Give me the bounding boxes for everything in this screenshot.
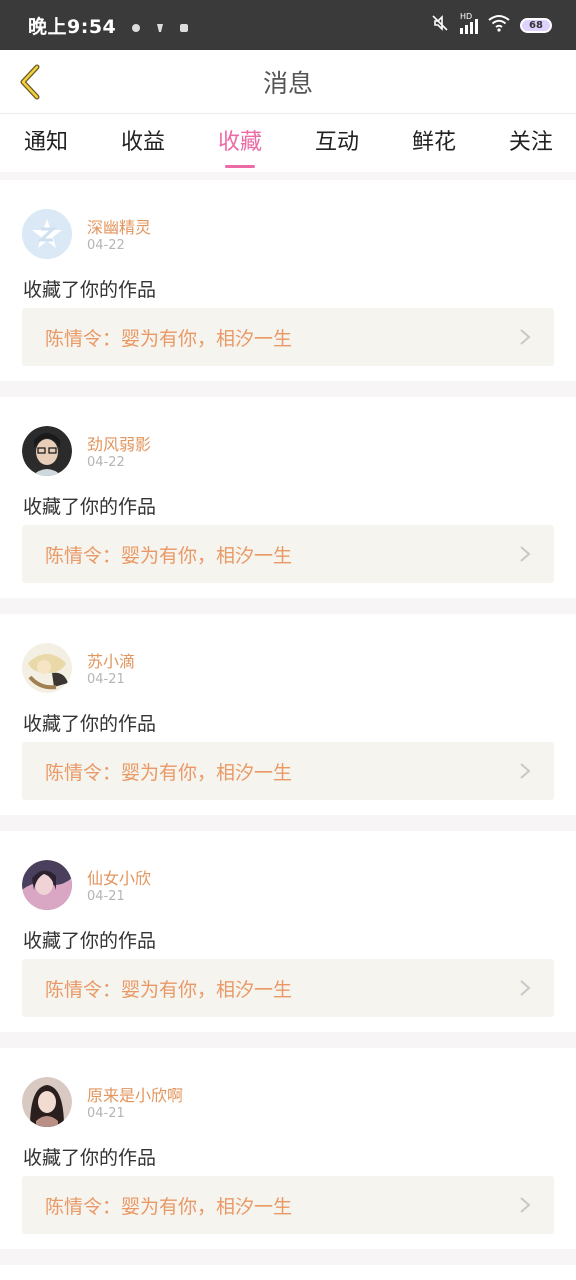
tab-earnings[interactable]: 收益 (121, 114, 165, 166)
avatar[interactable] (22, 643, 72, 693)
username[interactable]: 苏小滴 (87, 648, 135, 672)
divider (0, 815, 576, 831)
notification-icon (154, 19, 166, 32)
list-item: 苏小滴 04-21 收藏了你的作品 陈情令：婴为有你，相汐一生 (0, 614, 576, 815)
notification-icon (130, 19, 142, 32)
notification-icon (178, 19, 190, 32)
work-title: 陈情令：婴为有你，相汐一生 (45, 761, 293, 784)
back-button[interactable] (10, 60, 50, 104)
username[interactable]: 仙女小欣 (87, 865, 151, 889)
avatar[interactable] (22, 209, 72, 259)
battery-icon: 68 (520, 17, 552, 33)
divider (0, 172, 576, 180)
list-item: 仙女小欣 04-21 收藏了你的作品 陈情令：婴为有你，相汐一生 (0, 831, 576, 1032)
page-title: 消息 (262, 69, 313, 98)
work-link[interactable]: 陈情令：婴为有你，相汐一生 (22, 308, 554, 366)
message-text: 收藏了你的作品 (23, 496, 157, 518)
divider (0, 1249, 576, 1265)
chevron-right-icon (520, 980, 531, 996)
work-title: 陈情令：婴为有你，相汐一生 (45, 1195, 293, 1218)
tab-favorites[interactable]: 收藏 (218, 114, 262, 168)
avatar[interactable] (22, 426, 72, 476)
username[interactable]: 劲风弱影 (87, 431, 151, 455)
message-text: 收藏了你的作品 (23, 930, 157, 952)
list-item: 原来是小欣啊 04-21 收藏了你的作品 陈情令：婴为有你，相汐一生 (0, 1048, 576, 1249)
chevron-left-icon (20, 64, 40, 100)
wifi-icon (488, 14, 510, 36)
message-text: 收藏了你的作品 (23, 713, 157, 735)
tab-flowers[interactable]: 鲜花 (412, 114, 456, 166)
mute-icon (430, 13, 450, 37)
avatar[interactable] (22, 1077, 72, 1127)
work-title: 陈情令：婴为有你，相汐一生 (45, 544, 293, 567)
tab-interactions[interactable]: 互动 (315, 114, 359, 166)
timestamp: 04-21 (87, 1106, 125, 1121)
message-list: 深幽精灵 04-22 收藏了你的作品 陈情令：婴为有你，相汐一生 劲风弱影 04… (0, 172, 576, 1265)
timestamp: 04-21 (87, 672, 125, 687)
tab-notifications[interactable]: 通知 (24, 114, 68, 166)
status-time: 晚上9:54 (28, 15, 117, 38)
avatar[interactable] (22, 860, 72, 910)
message-text: 收藏了你的作品 (23, 279, 157, 301)
chevron-right-icon (520, 546, 531, 562)
list-item: 劲风弱影 04-22 收藏了你的作品 陈情令：婴为有你，相汐一生 (0, 397, 576, 598)
work-link[interactable]: 陈情令：婴为有你，相汐一生 (22, 1176, 554, 1234)
work-link[interactable]: 陈情令：婴为有你，相汐一生 (22, 742, 554, 800)
chevron-right-icon (520, 329, 531, 345)
chevron-right-icon (520, 763, 531, 779)
divider (0, 598, 576, 614)
chevron-right-icon (520, 1197, 531, 1213)
work-link[interactable]: 陈情令：婴为有你，相汐一生 (22, 959, 554, 1017)
status-bar: 晚上9:54 HD 68 (0, 0, 576, 50)
work-link[interactable]: 陈情令：婴为有你，相汐一生 (22, 525, 554, 583)
nav-bar: 消息 (0, 50, 576, 114)
timestamp: 04-22 (87, 238, 125, 253)
message-text: 收藏了你的作品 (23, 1147, 157, 1169)
timestamp: 04-21 (87, 889, 125, 904)
timestamp: 04-22 (87, 455, 125, 470)
work-title: 陈情令：婴为有你，相汐一生 (45, 327, 293, 350)
username[interactable]: 原来是小欣啊 (87, 1082, 183, 1106)
tab-bar: 通知 收益 收藏 互动 鲜花 关注 (0, 114, 576, 172)
signal-icon: HD (460, 12, 478, 34)
username[interactable]: 深幽精灵 (87, 214, 151, 238)
tab-following[interactable]: 关注 (509, 114, 553, 166)
list-item: 深幽精灵 04-22 收藏了你的作品 陈情令：婴为有你，相汐一生 (0, 180, 576, 381)
divider (0, 1032, 576, 1048)
divider (0, 381, 576, 397)
work-title: 陈情令：婴为有你，相汐一生 (45, 978, 293, 1001)
